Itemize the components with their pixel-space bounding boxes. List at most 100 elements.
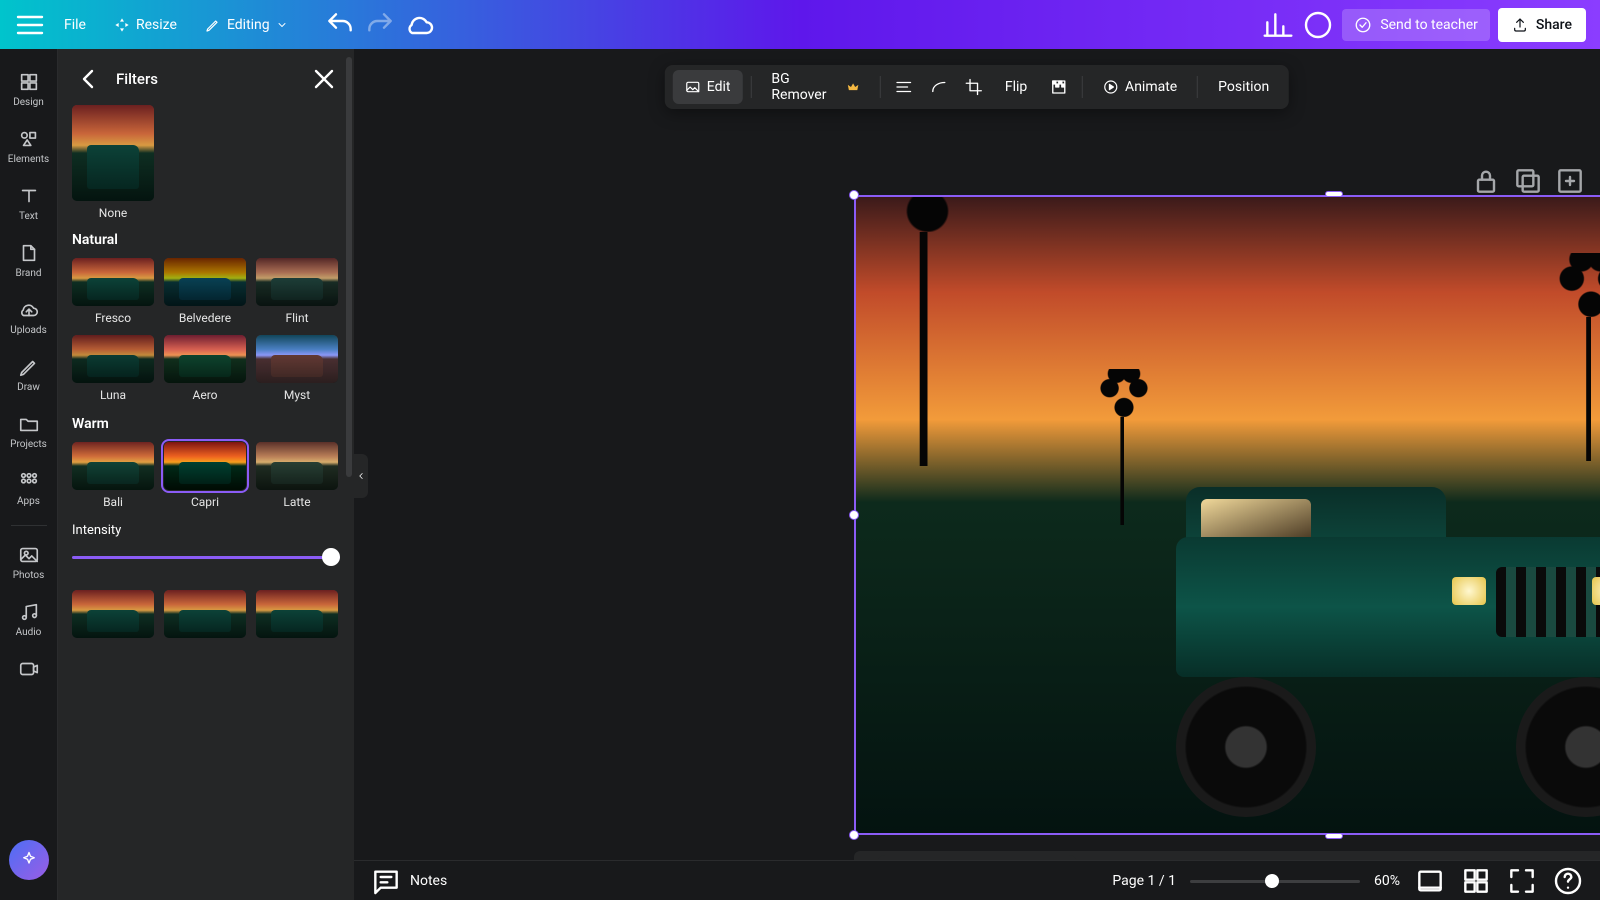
canvas-area: Edit BG Remover Flip Animate Position xyxy=(354,49,1600,900)
side-rail: Design Elements Text Brand Uploads Draw … xyxy=(0,49,58,900)
rail-projects[interactable]: Projects xyxy=(0,405,58,458)
send-teacher-label: Send to teacher xyxy=(1380,17,1478,33)
rail-audio-label: Audio xyxy=(16,627,42,638)
filter-bali[interactable]: Bali xyxy=(72,442,154,509)
insights-icon[interactable] xyxy=(1262,9,1294,41)
panel-scrollbar[interactable] xyxy=(346,57,352,477)
collapse-panel-icon[interactable] xyxy=(354,454,368,498)
animate-button[interactable]: Animate xyxy=(1091,70,1189,104)
rail-apps[interactable]: Apps xyxy=(0,462,58,515)
comment-icon[interactable] xyxy=(1302,9,1334,41)
resize-handle[interactable] xyxy=(1325,191,1343,197)
resize-handle[interactable] xyxy=(1325,833,1343,839)
editing-dropdown[interactable]: Editing xyxy=(195,9,298,41)
section-natural: Natural xyxy=(72,232,340,248)
rail-uploads[interactable]: Uploads xyxy=(0,291,58,344)
filter-luna[interactable]: Luna xyxy=(72,335,154,402)
rail-design[interactable]: Design xyxy=(0,63,58,116)
filter-label: Myst xyxy=(284,388,310,402)
crop-icon[interactable] xyxy=(958,70,989,104)
help-icon[interactable] xyxy=(1552,865,1584,897)
grid-view-icon[interactable] xyxy=(1460,865,1492,897)
rail-uploads-label: Uploads xyxy=(10,325,46,336)
intensity-label: Intensity xyxy=(72,523,340,538)
send-to-teacher-button[interactable]: Send to teacher xyxy=(1342,9,1490,41)
editing-label: Editing xyxy=(227,17,270,33)
filter-label: Flint xyxy=(285,311,308,325)
position-button[interactable]: Position xyxy=(1206,70,1281,104)
rail-apps-label: Apps xyxy=(17,496,40,507)
rail-design-label: Design xyxy=(13,97,44,108)
duplicate-page-icon[interactable] xyxy=(1512,165,1544,197)
cloud-sync-icon[interactable] xyxy=(404,9,436,41)
transparency-icon[interactable] xyxy=(1043,70,1074,104)
edit-image-button[interactable]: Edit xyxy=(673,70,743,104)
flip-label: Flip xyxy=(1005,79,1027,95)
filter-extra-1[interactable] xyxy=(72,590,154,638)
rail-draw[interactable]: Draw xyxy=(0,348,58,401)
rail-photos[interactable]: Photos xyxy=(0,536,58,589)
resize-button[interactable]: Resize xyxy=(104,9,187,41)
rail-text-label: Text xyxy=(19,211,38,222)
rail-brand-label: Brand xyxy=(15,268,41,279)
filter-capri[interactable]: Capri xyxy=(164,442,246,509)
selected-image[interactable] xyxy=(854,195,1600,835)
filter-extra-3[interactable] xyxy=(256,590,338,638)
filter-myst[interactable]: Myst xyxy=(256,335,338,402)
back-icon[interactable] xyxy=(72,63,104,95)
rail-videos[interactable] xyxy=(0,650,58,680)
magic-button[interactable] xyxy=(9,840,49,880)
page-indicator[interactable]: Page 1 / 1 xyxy=(1112,873,1176,889)
add-page-icon[interactable] xyxy=(1554,165,1586,197)
bg-remover-label: BG Remover xyxy=(771,71,840,103)
resize-label: Resize xyxy=(136,17,177,33)
fullscreen-icon[interactable] xyxy=(1506,865,1538,897)
filter-none[interactable]: None xyxy=(72,105,154,220)
filter-label: Belvedere xyxy=(179,311,231,325)
filter-fresco[interactable]: Fresco xyxy=(72,258,154,325)
rail-audio[interactable]: Audio xyxy=(0,593,58,646)
notes-icon[interactable] xyxy=(370,865,402,897)
rail-elements-label: Elements xyxy=(8,154,49,165)
align-icon[interactable] xyxy=(888,70,919,104)
share-label: Share xyxy=(1536,17,1572,33)
flip-button[interactable]: Flip xyxy=(993,70,1039,104)
curve-icon[interactable] xyxy=(923,70,954,104)
bg-remover-button[interactable]: BG Remover xyxy=(759,70,871,104)
rail-text[interactable]: Text xyxy=(0,177,58,230)
filter-latte[interactable]: Latte xyxy=(256,442,338,509)
filter-flint[interactable]: Flint xyxy=(256,258,338,325)
notes-label[interactable]: Notes xyxy=(410,873,447,889)
filter-label: Capri xyxy=(191,495,219,509)
resize-handle[interactable] xyxy=(849,830,859,840)
rail-brand[interactable]: Brand xyxy=(0,234,58,287)
share-button[interactable]: Share xyxy=(1498,8,1586,42)
section-warm: Warm xyxy=(72,416,340,432)
lock-icon[interactable] xyxy=(1470,165,1502,197)
filters-panel: Filters None Natural Fresco Belvedere Fl… xyxy=(58,49,354,900)
filter-aero[interactable]: Aero xyxy=(164,335,246,402)
intensity-slider[interactable] xyxy=(72,548,340,566)
zoom-slider[interactable] xyxy=(1190,874,1360,888)
filter-extra-2[interactable] xyxy=(164,590,246,638)
context-toolbar: Edit BG Remover Flip Animate Position xyxy=(665,65,1289,109)
page-view-icon[interactable] xyxy=(1414,865,1446,897)
rail-elements[interactable]: Elements xyxy=(0,120,58,173)
resize-handle[interactable] xyxy=(849,510,859,520)
file-label: File xyxy=(64,17,86,33)
close-icon[interactable] xyxy=(308,63,340,95)
redo-icon[interactable] xyxy=(364,9,396,41)
chevron-down-icon xyxy=(276,19,288,31)
undo-icon[interactable] xyxy=(324,9,356,41)
file-menu[interactable]: File xyxy=(54,9,96,41)
zoom-value[interactable]: 60% xyxy=(1374,873,1400,889)
edit-label: Edit xyxy=(707,79,731,95)
filter-label: Latte xyxy=(283,495,310,509)
panel-title: Filters xyxy=(116,70,158,88)
hamburger-menu-icon[interactable] xyxy=(14,9,46,41)
filter-belvedere[interactable]: Belvedere xyxy=(164,258,246,325)
rail-draw-label: Draw xyxy=(17,382,40,393)
filter-none-label: None xyxy=(99,206,127,220)
canvas-image[interactable] xyxy=(854,195,1600,835)
resize-handle[interactable] xyxy=(849,190,859,200)
